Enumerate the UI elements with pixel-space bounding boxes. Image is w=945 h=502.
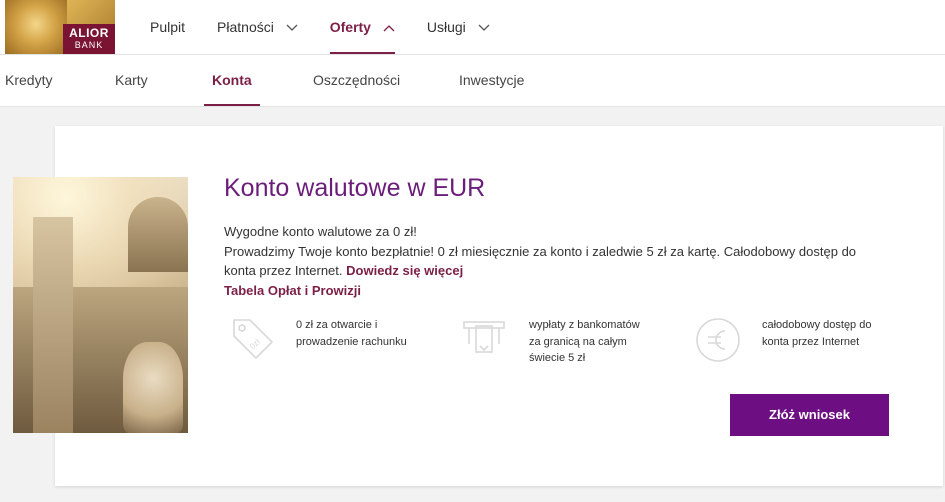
offer-title: Konto walutowe w EUR xyxy=(224,174,486,202)
atm-icon xyxy=(463,321,505,353)
apply-button[interactable]: Złóż wniosek xyxy=(730,394,889,436)
sub-header: Kredyty Karty Konta Oszczędności Inwesty… xyxy=(0,55,945,107)
offer-description: Wygodne konto walutowe za 0 zł! Prowadzi… xyxy=(224,222,884,300)
alior-bank-logo[interactable]: ALIOR BANK xyxy=(5,0,115,54)
sub-nav-kredyty[interactable]: Kredyty xyxy=(5,55,52,106)
sub-nav-label: Inwestycje xyxy=(459,72,525,88)
main-nav: Pulpit Płatności Oferty Usługi xyxy=(150,0,522,54)
sub-nav-oszczednosci[interactable]: Oszczędności xyxy=(313,55,400,106)
main-nav-label: Pulpit xyxy=(150,19,186,35)
sub-nav-konta[interactable]: Konta xyxy=(204,55,260,106)
sub-nav-inwestycje[interactable]: Inwestycje xyxy=(459,55,524,106)
main-nav-pulpit[interactable]: Pulpit xyxy=(150,0,185,54)
chevron-up-icon xyxy=(383,25,395,32)
sub-nav-karty[interactable]: Karty xyxy=(115,55,148,106)
sub-nav-label: Oszczędności xyxy=(313,72,401,88)
feature-text: wypłaty z bankomatów za granicą na całym… xyxy=(529,317,640,367)
svg-text:0zł: 0zł xyxy=(248,337,262,351)
feature-line: 0 zł za otwarcie i xyxy=(296,319,378,331)
logo-brand-text: ALIOR BANK xyxy=(63,24,115,54)
offer-line2: Prowadzimy Twoje konto bezpłatnie! 0 zł … xyxy=(224,243,857,279)
photo-tower xyxy=(33,217,73,433)
price-tag-icon: 0zł xyxy=(233,319,274,360)
sub-nav-label: Kredyty xyxy=(5,72,53,88)
feature-text: 0 zł za otwarcie i prowadzenie rachunku xyxy=(296,317,407,350)
photo-dome xyxy=(128,197,188,272)
main-nav-platnosci[interactable]: Płatności xyxy=(217,0,298,54)
logo-line2: BANK xyxy=(74,40,104,50)
main-nav-uslugi[interactable]: Usługi xyxy=(427,0,490,54)
learn-more-link[interactable]: Dowiedz się więcej xyxy=(346,263,463,278)
euro-coin-icon xyxy=(696,318,740,362)
feature-line: całodobowy dostęp do xyxy=(762,319,872,331)
sub-nav-label: Karty xyxy=(115,72,148,88)
feature-line: wypłaty z bankomatów xyxy=(529,319,640,331)
offer-line2-wrap: Prowadzimy Twoje konto bezpłatnie! 0 zł … xyxy=(224,242,884,281)
feature-line: prowadzenie rachunku xyxy=(296,335,407,348)
main-nav-label: Usługi xyxy=(426,19,466,35)
top-header: ALIOR BANK Pulpit Płatności Oferty Usług… xyxy=(0,0,945,55)
main-nav-label: Oferty xyxy=(329,19,371,35)
main-nav-oferty[interactable]: Oferty xyxy=(329,0,395,54)
main-nav-label: Płatności xyxy=(217,19,274,35)
sub-nav-label: Konta xyxy=(212,72,252,88)
offer-line1: Wygodne konto walutowe za 0 zł! xyxy=(224,224,417,239)
feature-text: całodobowy dostęp do konta przez Interne… xyxy=(762,317,871,350)
feature-line: konta przez Internet xyxy=(762,335,860,348)
photo-statue xyxy=(123,342,183,433)
chevron-down-icon xyxy=(478,24,490,32)
fees-table-link[interactable]: Tabela Opłat i Prowizji xyxy=(224,281,361,301)
feature-line: świecie 5 zł xyxy=(529,352,586,364)
logo-portrait-icon xyxy=(5,0,67,54)
feature-line: za granicą na całym xyxy=(529,335,627,348)
offer-photo xyxy=(13,177,188,433)
chevron-down-icon xyxy=(286,24,298,32)
logo-line1: ALIOR xyxy=(69,26,109,40)
